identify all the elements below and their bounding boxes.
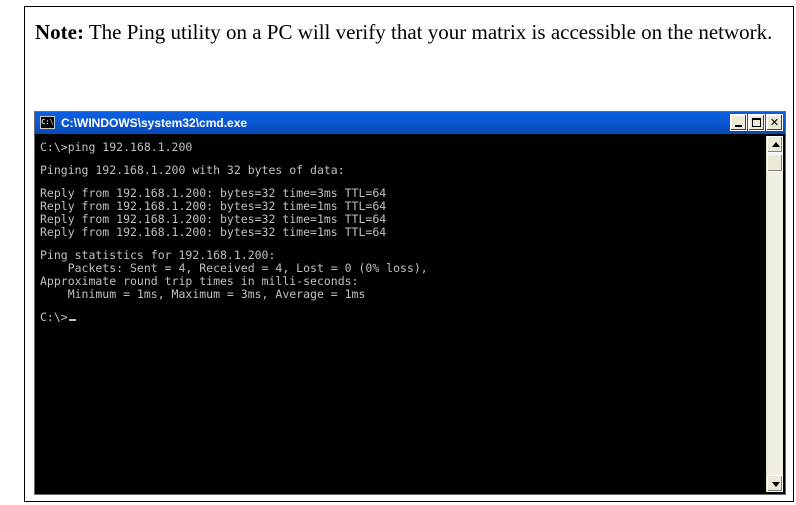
- window-title: C:\WINDOWS\system32\cmd.exe: [61, 116, 248, 130]
- close-button[interactable]: ✕: [766, 114, 783, 131]
- note-paragraph: Note: The Ping utility on a PC will veri…: [35, 18, 783, 47]
- text-cursor: [68, 319, 76, 321]
- maximize-icon: [752, 118, 761, 127]
- scroll-down-button[interactable]: [767, 475, 783, 492]
- scroll-thumb[interactable]: [767, 154, 783, 172]
- maximize-button[interactable]: [748, 114, 765, 131]
- vertical-scrollbar[interactable]: [766, 136, 783, 492]
- console-output[interactable]: C:\>ping 192.168.1.200 Pinging 192.168.1.…: [37, 136, 757, 492]
- note-label: Note:: [35, 20, 84, 44]
- console-line: Minimum = 1ms, Maximum = 3ms, Average = …: [40, 287, 366, 301]
- arrow-up-icon: [772, 142, 780, 147]
- close-icon: ✕: [769, 116, 780, 129]
- console-line: C:\>ping 192.168.1.200: [40, 140, 193, 154]
- minimize-icon: [735, 125, 742, 127]
- cmd-window: C:\ C:\WINDOWS\system32\cmd.exe ✕ C:\>pi…: [34, 111, 786, 495]
- scroll-up-button[interactable]: [767, 136, 783, 153]
- title-bar[interactable]: C:\ C:\WINDOWS\system32\cmd.exe ✕: [35, 112, 785, 134]
- console-line: C:\>: [40, 311, 757, 324]
- console-line: Reply from 192.168.1.200: bytes=32 time=…: [40, 225, 387, 239]
- console-line: Pinging 192.168.1.200 with 32 bytes of d…: [40, 163, 345, 177]
- arrow-down-icon: [772, 482, 780, 487]
- note-body: The Ping utility on a PC will verify tha…: [83, 20, 773, 44]
- minimize-button[interactable]: [730, 114, 747, 131]
- cmd-icon[interactable]: C:\: [40, 116, 55, 129]
- note-box: Note: The Ping utility on a PC will veri…: [24, 6, 794, 502]
